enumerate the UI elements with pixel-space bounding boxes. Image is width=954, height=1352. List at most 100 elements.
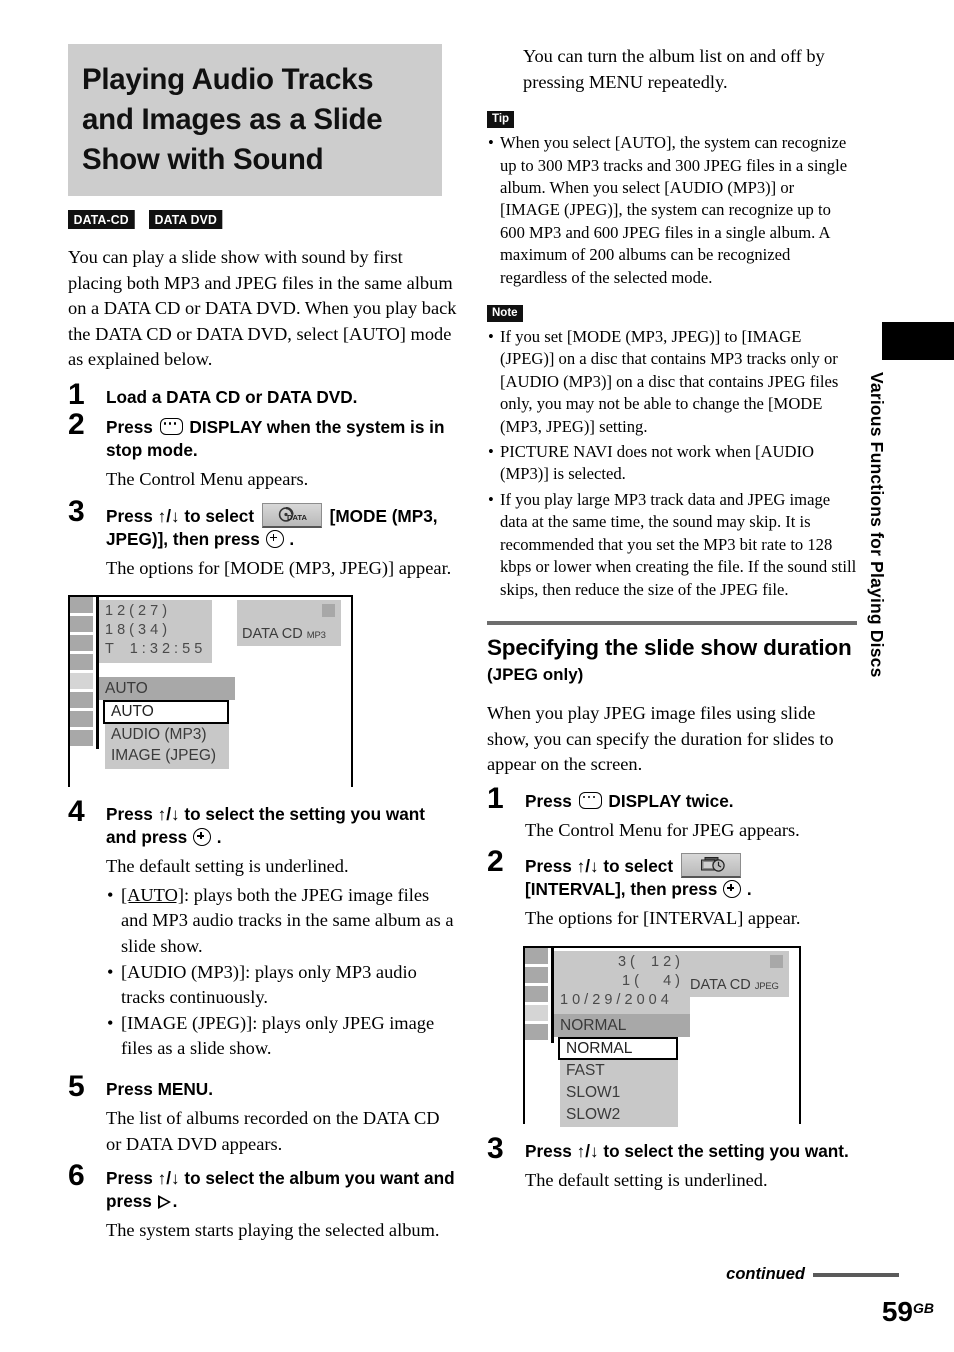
jpeg-step-2: 2 Press ↑/↓ to select [INTERVAL], then p… <box>487 847 857 932</box>
step-2-heading: Press DISPLAY when the system is in stop… <box>106 416 458 462</box>
side-tab-marker <box>882 322 954 360</box>
osd-interval-disc-indicator: DATA CD JPEG <box>685 950 789 997</box>
note-item: If you set [MODE (MP3, JPEG)] to [IMAGE … <box>487 326 857 438</box>
osd-interval-disc-label: DATA CD JPEG <box>690 977 779 993</box>
jpeg-step-2-heading-pre: Press ↑/↓ to select <box>525 856 674 877</box>
osd-interval-info-l2: 1 ( 4 ) <box>621 972 680 989</box>
osd-rail-cell[interactable] <box>525 985 548 1002</box>
jpeg-step-3-heading: Press ↑/↓ to select the setting you want… <box>525 1140 849 1161</box>
step-5: 5 Press MENU. The list of albums recorde… <box>68 1071 458 1157</box>
osd-mode-disc-label: DATA CD MP3 <box>242 626 326 642</box>
osd-rail-cell[interactable] <box>525 966 548 983</box>
osd-rail-cell[interactable] <box>70 711 93 728</box>
osd-interval-rail <box>525 947 554 1043</box>
jpeg-step-1-heading: Press DISPLAY twice. <box>525 790 857 813</box>
osd-mode-option-image[interactable]: IMAGE (JPEG) <box>105 745 229 767</box>
page-title: Playing Audio Tracks and Images as a Sli… <box>68 44 442 196</box>
osd-rail-cell[interactable] <box>70 597 93 614</box>
note-item: If you play large MP3 track data and JPE… <box>487 489 857 601</box>
step-4-heading: Press ↑/↓ to select the setting you want… <box>106 803 458 849</box>
osd-rail-cell[interactable] <box>70 673 93 690</box>
step-6-number: 6 <box>68 1159 85 1193</box>
osd-mode-main: 1 2 ( 2 7 ) 1 8 ( 3 4 ) T 1 : 3 2 : 5 5 … <box>99 600 235 769</box>
chapter-intro: You can play a slide show with sound by … <box>68 247 457 370</box>
enter-icon <box>192 828 211 847</box>
display-icon <box>578 791 602 809</box>
osd-rail-cell[interactable] <box>70 654 93 671</box>
note-block: Note If you set [MODE (MP3, JPEG)] to [I… <box>487 303 857 601</box>
osd-rail-cell[interactable] <box>525 1004 548 1021</box>
mode-data-icon: DATA <box>261 502 322 528</box>
step-4-bullets: [AUTO]: plays both the JPEG image files … <box>106 883 458 1062</box>
badge-data-dvd: DATA DVD <box>148 210 223 229</box>
page-number: 59GB <box>882 1296 934 1328</box>
jpeg-step-2-body: The options for [INTERVAL] appear. <box>525 908 801 929</box>
tip-item: When you select [AUTO], the system can r… <box>487 132 857 289</box>
step-2-number: 2 <box>68 407 85 441</box>
step-2-body: The Control Menu appears. <box>106 468 309 489</box>
osd-interval-option-normal[interactable]: NORMAL <box>558 1036 678 1061</box>
jpeg-step-1: 1 Press DISPLAY twice. The Control Menu … <box>487 783 857 844</box>
osd-interval-option-slow2[interactable]: SLOW2 <box>560 1104 678 1126</box>
osd-rail-cell[interactable] <box>525 947 548 964</box>
step-3: 3 Press ↑/↓ to select DATA [MODE (MP3, J… <box>68 496 458 582</box>
osd-interval-current: NORMAL <box>554 1013 690 1037</box>
step-2-heading-pre: Press <box>106 416 153 437</box>
tip-label: Tip <box>487 111 515 129</box>
step-5-heading: Press MENU. <box>106 1078 213 1099</box>
right-column: You can turn the album list on and off b… <box>487 44 857 1193</box>
osd-interval-option-slow1[interactable]: SLOW1 <box>560 1082 678 1104</box>
osd-mode-option-audio[interactable]: AUDIO (MP3) <box>105 724 229 746</box>
step-6: 6 Press ↑/↓ to select the album you want… <box>68 1161 458 1244</box>
osd-interval-info-l1: 3 ( 1 2 ) <box>617 953 680 970</box>
step-6-body: The system starts playing the selected a… <box>106 1220 440 1241</box>
osd-rail-cell[interactable] <box>70 730 93 747</box>
step-2-heading-post: DISPLAY when the system is in stop mode. <box>106 416 445 460</box>
jpeg-step-1-number: 1 <box>487 781 504 815</box>
step-3-heading: Press ↑/↓ to select DATA [MODE (MP3, JPE… <box>106 502 458 551</box>
osd-mode-info-l1: 1 2 ( 2 7 ) <box>105 603 168 620</box>
osd-interval-disc-type: DATA CD <box>690 976 751 993</box>
side-tab-label: Various Functions for Playing Discs <box>867 372 887 678</box>
note-item: PICTURE NAVI does not work when [AUDIO (… <box>487 441 857 486</box>
tip-block: Tip When you select [AUTO], the system c… <box>487 109 857 289</box>
osd-interval-screen: 3 ( 1 2 ) 1 ( 4 ) 1 0 / 2 9 / 2 0 0 4 NO… <box>523 945 801 1128</box>
osd-interval-disc-square <box>770 954 783 968</box>
jpeg-step-2-number: 2 <box>487 845 504 879</box>
page-number-suffix: GB <box>913 1300 934 1316</box>
osd-interval-option-fast[interactable]: FAST <box>560 1060 678 1082</box>
left-column: Playing Audio Tracks and Images as a Sli… <box>68 44 458 1244</box>
step-4: 4 Press ↑/↓ to select the setting you wa… <box>68 797 458 1062</box>
bullet-audio: [AUDIO (MP3)]: plays only MP3 audio trac… <box>106 960 458 1011</box>
step-1: 1 Load a DATA CD or DATA DVD. <box>68 379 458 409</box>
step-5-number: 5 <box>68 1069 85 1103</box>
jpeg-step-1-heading-pre: Press <box>525 790 572 811</box>
osd-mode-option-auto[interactable]: AUTO <box>103 700 229 724</box>
step-1-heading: Load a DATA CD or DATA DVD. <box>106 386 458 409</box>
step-6-continuation: You can turn the album list on and off b… <box>523 46 825 92</box>
section-intro: When you play JPEG image files using sli… <box>487 702 834 775</box>
step-3-heading-post: . <box>289 528 295 549</box>
jpeg-step-3: 3 Press ↑/↓ to select the setting you wa… <box>487 1133 857 1194</box>
jpeg-step-2-heading-mid: [INTERVAL], then press <box>525 879 718 900</box>
osd-rail-cell[interactable] <box>70 635 93 652</box>
osd-rail-cell[interactable] <box>525 1023 548 1040</box>
continued-rule <box>813 1272 899 1277</box>
osd-rail-cell[interactable] <box>70 692 93 709</box>
enter-icon <box>723 880 742 899</box>
osd-interval-info: 3 ( 1 2 ) 1 ( 4 ) 1 0 / 2 9 / 2 0 0 4 <box>554 950 690 1014</box>
step-3-number: 3 <box>68 494 85 528</box>
osd-mode-screen: 1 2 ( 2 7 ) 1 8 ( 3 4 ) T 1 : 3 2 : 5 5 … <box>68 595 353 788</box>
play-icon <box>157 1195 173 1210</box>
osd-interval-option-list: NORMAL FAST SLOW1 SLOW2 <box>558 1036 678 1128</box>
osd-mode-info-l3: T 1 : 3 2 : 5 5 <box>105 641 203 658</box>
step-6-heading: Press ↑/↓ to select the album you want a… <box>106 1167 458 1213</box>
osd-mode-info: 1 2 ( 2 7 ) 1 8 ( 3 4 ) T 1 : 3 2 : 5 5 <box>99 600 213 664</box>
step-2: 2 Press DISPLAY when the system is in st… <box>68 409 458 493</box>
osd-rail-cell[interactable] <box>70 616 93 633</box>
step-4-number: 4 <box>68 795 85 829</box>
continued-marker: continued <box>726 1265 899 1284</box>
step-4-heading-post: . <box>216 827 222 848</box>
jpeg-step-1-heading-post: DISPLAY twice. <box>608 790 734 811</box>
bullet-auto: [AUTO]: plays both the JPEG image files … <box>106 883 458 960</box>
